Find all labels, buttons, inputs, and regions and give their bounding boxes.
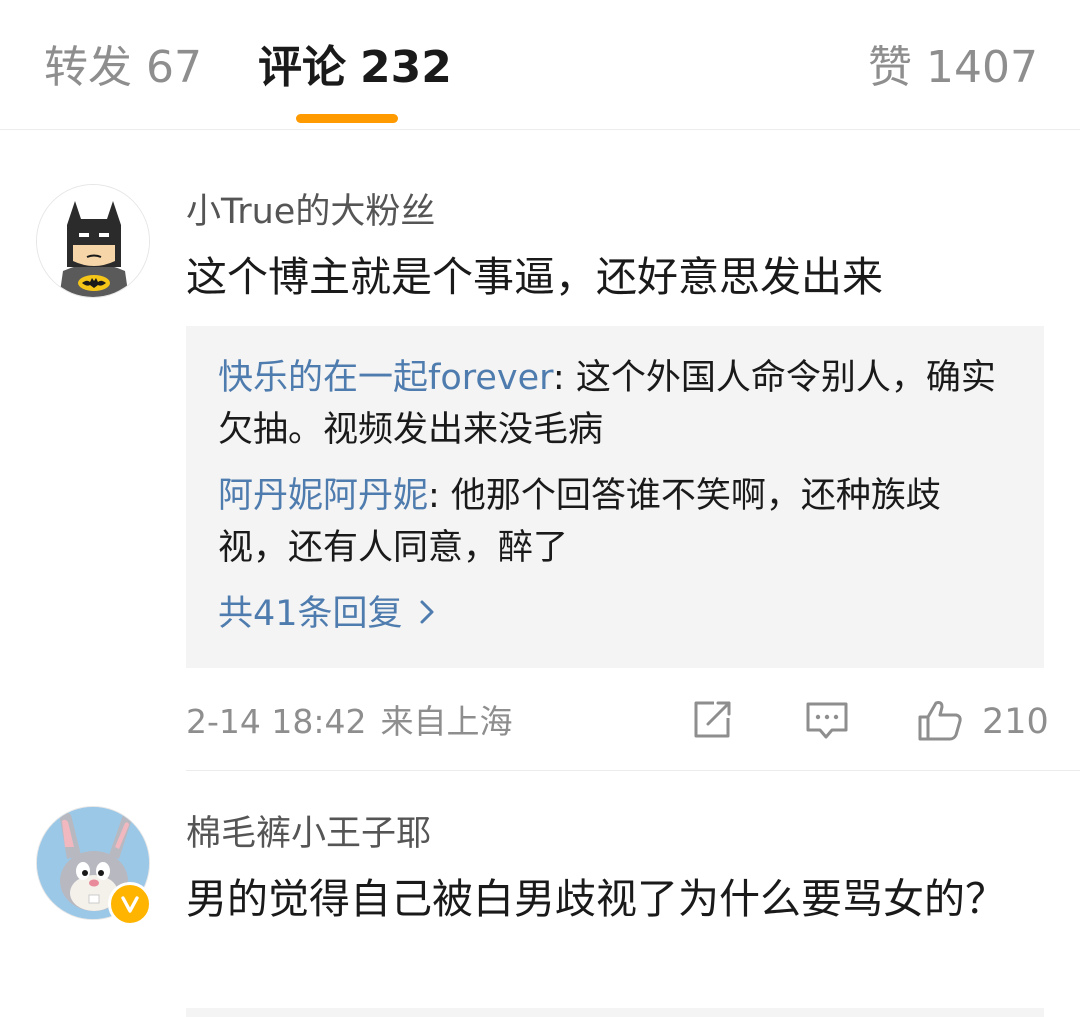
tab-like[interactable]: 赞 1407 xyxy=(868,38,1038,98)
tab-comment-count: 232 xyxy=(360,42,452,93)
comment-text: 男的觉得自己被白男歧视了为什么要骂女的？ xyxy=(186,875,1006,923)
comment-username[interactable]: 小True的大粉丝 xyxy=(186,188,435,236)
comment-source: 来自上海 xyxy=(380,702,513,741)
share-button[interactable] xyxy=(690,698,734,746)
tab-comment[interactable]: 评论 232 xyxy=(258,38,452,98)
like-button[interactable]: 210 xyxy=(916,698,1049,746)
chevron-right-icon xyxy=(419,588,435,640)
tab-like-count: 1407 xyxy=(926,42,1038,93)
comment-text: 这个博主就是个事逼，还好意思发出来 xyxy=(186,253,883,301)
reply-username[interactable]: 阿丹妮阿丹妮 xyxy=(218,476,428,516)
comment-tabs: 转发 67 评论 232 赞 1407 xyxy=(0,0,1080,130)
comment-username[interactable]: 棉毛裤小王子耶 xyxy=(186,810,431,858)
comment-bubble-icon xyxy=(804,698,850,746)
tab-repost[interactable]: 转发 67 xyxy=(44,38,202,98)
tab-like-label: 赞 xyxy=(868,42,913,93)
reply-preview-box[interactable] xyxy=(186,1008,1044,1017)
reply-button[interactable] xyxy=(804,698,850,746)
share-icon xyxy=(690,698,734,746)
more-replies-label: 共41条回复 xyxy=(218,594,403,634)
reply-preview-box[interactable]: 快乐的在一起forever: 这个外国人命令别人，确实欠抽。视频发出来没毛病 阿… xyxy=(186,326,1044,668)
comment-divider xyxy=(186,770,1080,771)
comment-timestamp: 2-14 18:42 xyxy=(186,702,367,741)
tab-comment-label: 评论 xyxy=(258,42,346,93)
tab-repost-count: 67 xyxy=(146,42,202,93)
reply-item[interactable]: 快乐的在一起forever: 这个外国人命令别人，确实欠抽。视频发出来没毛病 xyxy=(218,352,1008,456)
more-replies-link[interactable]: 共41条回复 xyxy=(218,588,435,640)
reply-username[interactable]: 快乐的在一起forever xyxy=(218,358,553,398)
batman-avatar-icon[interactable] xyxy=(36,184,150,298)
tab-repost-label: 转发 xyxy=(44,42,132,93)
comment-meta: 2-14 18:42 来自上海 xyxy=(186,698,513,746)
verified-v-icon xyxy=(108,882,152,926)
like-count: 210 xyxy=(982,702,1049,742)
thumbs-up-icon xyxy=(916,697,964,747)
reply-item[interactable]: 阿丹妮阿丹妮: 他那个回答谁不笑啊，还种族歧视，还有人同意，醉了 xyxy=(218,470,1008,574)
active-tab-indicator xyxy=(296,114,398,123)
